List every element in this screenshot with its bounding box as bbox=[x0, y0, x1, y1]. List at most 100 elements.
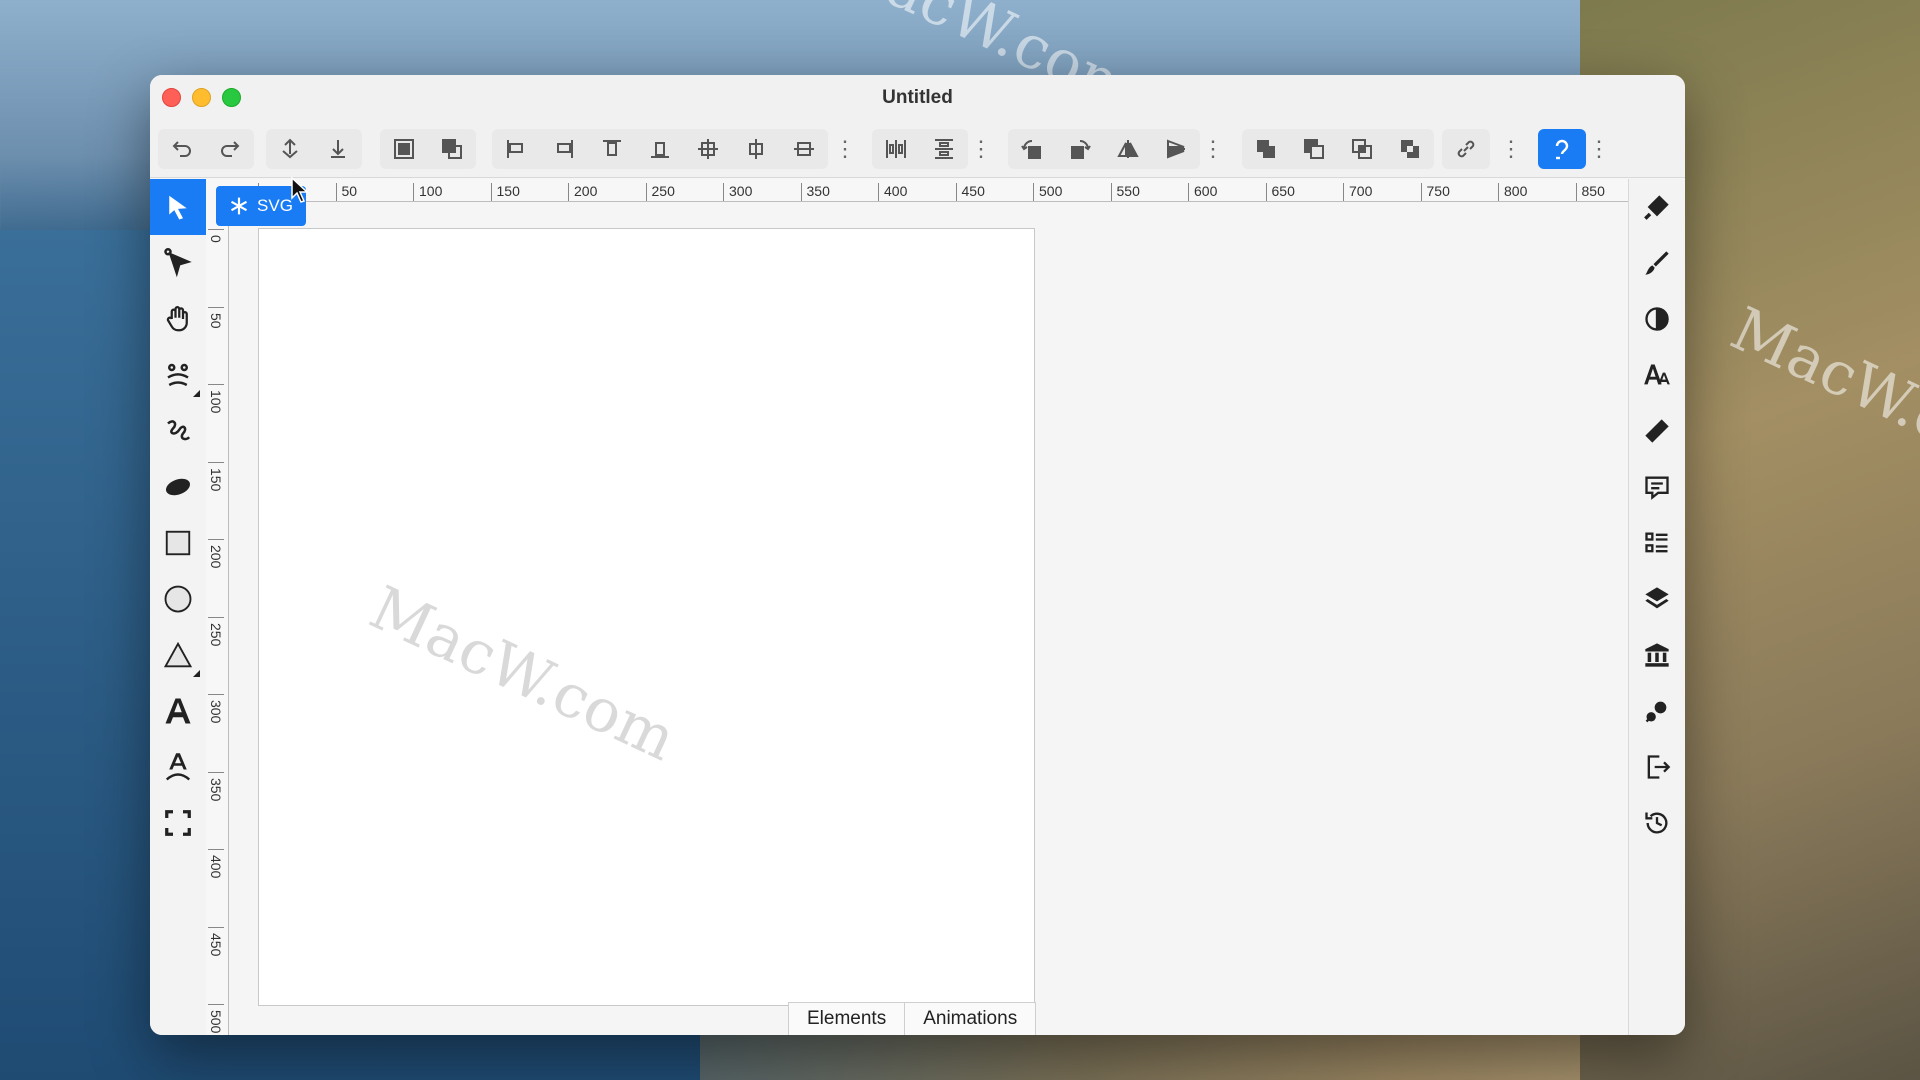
fullscreen-tool[interactable] bbox=[150, 795, 206, 851]
node-tool[interactable] bbox=[150, 235, 206, 291]
align-right-button[interactable] bbox=[540, 129, 588, 169]
link-button[interactable] bbox=[1442, 129, 1490, 169]
typography-panel-button[interactable] bbox=[1629, 347, 1685, 403]
link-group bbox=[1442, 129, 1490, 169]
freehand-tool[interactable] bbox=[150, 403, 206, 459]
submenu-indicator bbox=[193, 390, 200, 397]
rotate-right-button[interactable] bbox=[1056, 129, 1104, 169]
snap-more-button[interactable]: ⋮ bbox=[1588, 129, 1610, 169]
ruler-h-label: 500 bbox=[1033, 183, 1062, 201]
select-tool[interactable] bbox=[150, 179, 206, 235]
fill-panel-button[interactable] bbox=[1629, 179, 1685, 235]
send-to-back-button[interactable] bbox=[428, 129, 476, 169]
vertical-ruler: 0 50 100 150 200 250 300 350 400 450 500 bbox=[206, 201, 229, 1035]
opacity-panel-button[interactable] bbox=[1629, 291, 1685, 347]
inspector-sidebar bbox=[1628, 179, 1685, 1035]
comments-panel-button[interactable] bbox=[1629, 459, 1685, 515]
align-horizontal-center-button[interactable] bbox=[732, 129, 780, 169]
align-top-icon bbox=[603, 140, 621, 156]
contrast-icon bbox=[1645, 307, 1669, 331]
stroke-panel-button[interactable] bbox=[1629, 235, 1685, 291]
subtract-icon bbox=[1304, 139, 1324, 159]
union-button[interactable] bbox=[1242, 129, 1290, 169]
union-icon bbox=[1257, 140, 1275, 158]
ruler-h-label: 400 bbox=[878, 183, 907, 201]
exclude-button[interactable] bbox=[1386, 129, 1434, 169]
transform-more-button[interactable]: ⋮ bbox=[1202, 129, 1224, 169]
align-vertical-center-button[interactable] bbox=[780, 129, 828, 169]
intersect-icon bbox=[1352, 139, 1372, 159]
redo-icon bbox=[221, 141, 240, 157]
send-backward-button[interactable] bbox=[314, 129, 362, 169]
library-panel-button[interactable] bbox=[1629, 627, 1685, 683]
text-on-path-tool[interactable] bbox=[150, 739, 206, 795]
ruler-h-label: 550 bbox=[1110, 183, 1140, 201]
undo-button[interactable] bbox=[158, 129, 206, 169]
text-icon bbox=[165, 698, 191, 724]
blob-brush-tool[interactable] bbox=[150, 459, 206, 515]
rotate-right-icon bbox=[1071, 140, 1091, 159]
ruler-h-label: 750 bbox=[1420, 183, 1450, 201]
measure-panel-button[interactable] bbox=[1629, 403, 1685, 459]
snap-magnet-button[interactable] bbox=[1538, 129, 1586, 169]
artboard[interactable]: MacW.com bbox=[258, 228, 1035, 1006]
ruler-v-label: 0 bbox=[208, 229, 224, 243]
align-left-button[interactable] bbox=[492, 129, 540, 169]
circle-tool[interactable] bbox=[150, 571, 206, 627]
bring-to-front-icon bbox=[394, 139, 414, 159]
rotate-left-button[interactable] bbox=[1008, 129, 1056, 169]
flip-vertical-button[interactable] bbox=[1152, 129, 1200, 169]
bring-forward-button[interactable] bbox=[266, 129, 314, 169]
face-tool[interactable] bbox=[150, 347, 206, 403]
align-bottom-button[interactable] bbox=[636, 129, 684, 169]
mouse-cursor-icon bbox=[291, 176, 309, 203]
rectangle-tool[interactable] bbox=[150, 515, 206, 571]
pan-tool[interactable] bbox=[150, 291, 206, 347]
face-icon bbox=[167, 363, 189, 387]
bring-forward-icon bbox=[282, 138, 298, 159]
library-icon bbox=[1645, 643, 1669, 667]
distribute-vertical-button[interactable] bbox=[920, 129, 968, 169]
ruler-h-label: 200 bbox=[568, 183, 597, 201]
layers-panel-button[interactable] bbox=[1629, 571, 1685, 627]
align-more-button[interactable]: ⋮ bbox=[834, 129, 856, 169]
export-panel-button[interactable] bbox=[1629, 739, 1685, 795]
text-on-path-icon bbox=[165, 753, 191, 781]
ruler-h-label: 800 bbox=[1498, 183, 1527, 201]
bring-to-front-button[interactable] bbox=[380, 129, 428, 169]
align-center-button[interactable] bbox=[684, 129, 732, 169]
text-tool[interactable] bbox=[150, 683, 206, 739]
app-window: Untitled ⋮ ⋮ ⋮ ⋮ ⋮ 50 100 150 200 250 30… bbox=[150, 75, 1685, 1035]
redo-button[interactable] bbox=[206, 129, 254, 169]
gears-icon bbox=[1645, 701, 1667, 723]
distribute-more-button[interactable]: ⋮ bbox=[970, 129, 992, 169]
ruler-h-label: 50 bbox=[335, 183, 357, 201]
distribute-vertical-icon bbox=[935, 139, 953, 159]
intersect-button[interactable] bbox=[1338, 129, 1386, 169]
ruler-v-label: 100 bbox=[208, 384, 224, 413]
hand-icon bbox=[166, 306, 188, 332]
distribute-horizontal-button[interactable] bbox=[872, 129, 920, 169]
send-to-back-icon bbox=[442, 139, 462, 159]
link-more-button[interactable]: ⋮ bbox=[1500, 129, 1522, 169]
history-panel-button[interactable] bbox=[1629, 795, 1685, 851]
ruler-h-label: 300 bbox=[723, 183, 752, 201]
ruler-h-label: 700 bbox=[1343, 183, 1372, 201]
tab-animations[interactable]: Animations bbox=[905, 1002, 1037, 1035]
flip-horizontal-button[interactable] bbox=[1104, 129, 1152, 169]
history-icon bbox=[1645, 812, 1668, 834]
transform-group bbox=[1008, 129, 1200, 169]
tab-elements[interactable]: Elements bbox=[788, 1002, 906, 1035]
effects-panel-button[interactable] bbox=[1629, 683, 1685, 739]
document-type-label: SVG bbox=[257, 196, 293, 215]
submenu-indicator bbox=[193, 670, 200, 677]
list-panel-button[interactable] bbox=[1629, 515, 1685, 571]
align-top-button[interactable] bbox=[588, 129, 636, 169]
rectangle-icon bbox=[165, 530, 191, 556]
subtract-button[interactable] bbox=[1290, 129, 1338, 169]
ruler-v-label: 200 bbox=[208, 539, 224, 568]
align-left-icon bbox=[507, 140, 523, 158]
triangle-tool[interactable] bbox=[150, 627, 206, 683]
ruler-v-label: 300 bbox=[208, 694, 224, 723]
layers-icon bbox=[1645, 587, 1669, 609]
